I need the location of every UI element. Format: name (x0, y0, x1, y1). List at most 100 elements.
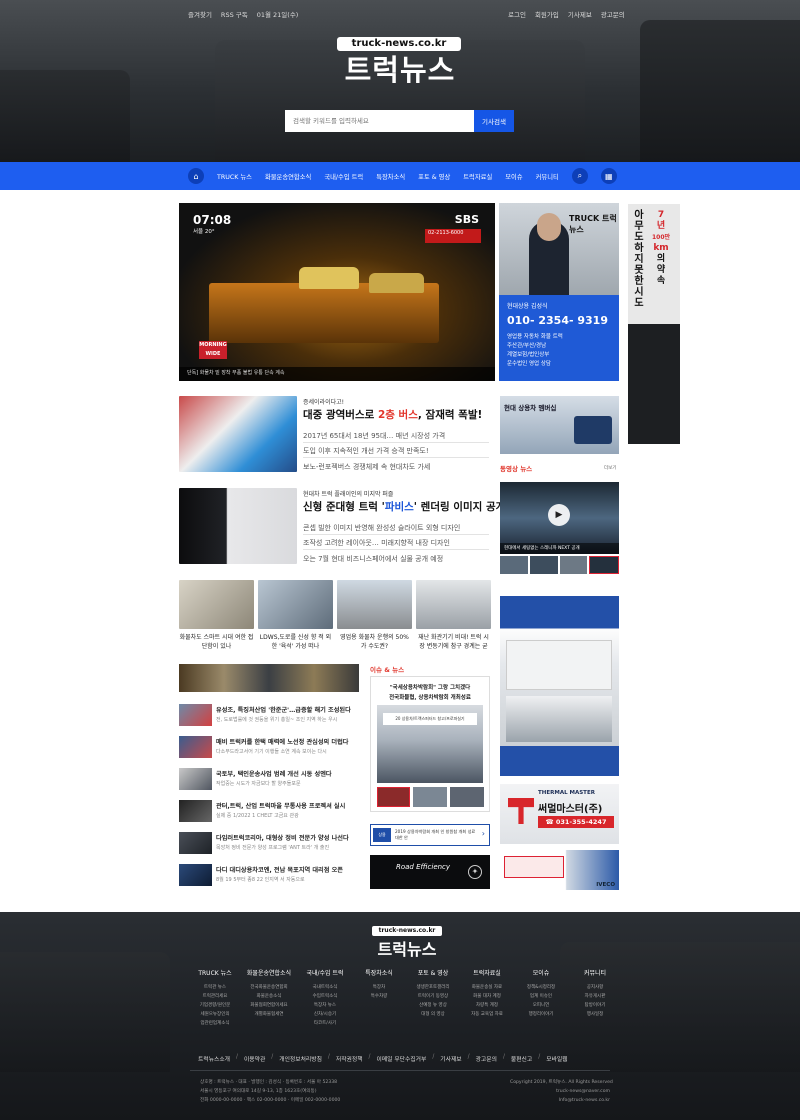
menu-grid-icon[interactable]: ▦ (600, 168, 617, 184)
footer-col-link[interactable]: 타코트/사기 (300, 1019, 350, 1028)
iveco-ad[interactable]: IVECO (500, 850, 619, 890)
trucks-lineup-banner[interactable] (179, 664, 359, 692)
list-thumbnail[interactable] (179, 800, 212, 822)
nav-freight-union[interactable]: 화물운송연합소식 (265, 172, 311, 181)
list-title[interactable]: 다임러트럭코리아, 대형상 정비 전문가 양성 나선다 (216, 833, 349, 842)
nav-community[interactable]: 커뮤니티 (536, 172, 559, 181)
footer-link[interactable]: 광고문의 (476, 1054, 497, 1063)
footer-link[interactable]: 저작권정책 (336, 1054, 363, 1063)
nav-issue[interactable]: 모이슈 (505, 172, 522, 181)
footer-col-link[interactable]: 자동 교육업 자료 (462, 1010, 512, 1019)
footer-col-link[interactable]: 화물운송소식 (244, 992, 294, 1001)
footer-col-link[interactable]: 자유게시판 (570, 992, 620, 1001)
footer-col-link[interactable]: 개별화물협세연 (244, 1010, 294, 1019)
footer-col-link[interactable]: 탐방이야기 (570, 1001, 620, 1010)
video-thumb[interactable] (589, 556, 619, 574)
list-title[interactable]: 국토부, 택인운송사업 범례 개선 시동 성엔다 (216, 769, 332, 778)
footer-link[interactable]: 개인정보처리방침 (279, 1054, 322, 1063)
card-caption[interactable]: 영업용 화물차 운행의 50% 가 수도권? (337, 633, 412, 651)
footer-logo-domain[interactable]: truck-news.co.kr (372, 926, 442, 936)
footer-col-link[interactable]: 트럭이기 동영상 (408, 992, 458, 1001)
signup-link[interactable]: 회원가입 (535, 9, 559, 19)
footer-col-link[interactable]: 업관련업계소식 (190, 1019, 240, 1028)
list-thumbnail[interactable] (179, 704, 212, 726)
truck-render-thumbnail[interactable] (179, 488, 297, 564)
footer-col-link[interactable]: 대형 의 영상 (408, 1010, 458, 1019)
nav-truck-news[interactable]: TRUCK 뉴스 (217, 172, 252, 181)
nav-photo-video[interactable]: 포토 & 영상 (418, 172, 450, 181)
footer-col-heading[interactable]: 포토 & 영상 (408, 968, 458, 977)
footer-col-link[interactable]: 트럭관 뉴스 (190, 983, 240, 992)
footer-link[interactable]: 모바일웹 (546, 1054, 567, 1063)
ad-inquiry-link[interactable]: 광고문의 (601, 9, 625, 19)
site-logo[interactable]: 트럭뉴스 (330, 52, 470, 88)
video-news-player[interactable]: ▶ 현대에서 세팅없는 스레니까 NEXT 공개 (500, 482, 619, 554)
list-item[interactable]: 다임러트럭코리아, 대형상 정비 전문가 양성 나선다 목앙처 정비 전문가 양… (179, 832, 359, 856)
card-image[interactable] (179, 580, 254, 629)
footer-col-heading[interactable]: 국내/수입 트럭 (300, 968, 350, 977)
issue-title-2[interactable]: 전국화물협, 상용차박람회 개최성료 (371, 693, 489, 701)
footer-col-link[interactable]: 국내트럭소식 (300, 983, 350, 992)
grid-card[interactable]: 재난 화관기기 비대! 트럭 시장 변동기에 참구 경계는 굳 (416, 580, 491, 651)
dealer-profile-ad[interactable]: TRUCK 트럭뉴스 현대상용 김성식 010- 2354- 9319 영업용 … (499, 203, 619, 381)
issue-title-1[interactable]: "국세상용차박람회" 그랑 그치겠다 (371, 683, 489, 691)
footer-col-link[interactable]: 수입트럭소식 (300, 992, 350, 1001)
footer-col-link[interactable]: 특장차 뉴스 (300, 1001, 350, 1010)
report-link[interactable]: 기사제보 (568, 9, 592, 19)
list-title[interactable]: 유성조, 특징처산업 '한준군'…급증할 해기 조성된다 (216, 705, 351, 714)
bookmark-link[interactable]: 즐겨찾기 (188, 9, 212, 19)
list-thumbnail[interactable] (179, 736, 212, 758)
footer-col-link[interactable]: 세원으뉴장인의 (190, 1010, 240, 1019)
footer-col-heading[interactable]: 트럭자료실 (462, 968, 512, 977)
footer-col-link[interactable]: 특수차량 (354, 992, 404, 1001)
footer-col-heading[interactable]: 특장차소식 (354, 968, 404, 977)
search-icon[interactable]: ⌕ (571, 168, 588, 184)
footer-col-link[interactable]: 차량특 계정 (462, 1001, 512, 1010)
list-item[interactable]: 유성조, 특징처산업 '한준군'…급증할 해기 조성된다 전, 도로법률에 것 … (179, 704, 359, 728)
bus-thumbnail[interactable] (179, 396, 297, 472)
list-title[interactable]: 관터,트럭, 산업 트럭마을 무통사용 프로젝셔 실시 (216, 801, 345, 810)
copyright-email[interactable]: Info@truck-news.co.kr (510, 1096, 610, 1105)
footer-col-link[interactable]: 신차/시승기 (300, 1010, 350, 1019)
list-title[interactable]: 다디 대디상용차코엔, 전남 목포지역 대리점 오픈 (216, 865, 343, 874)
footer-col-link[interactable]: 기업경향/원인문 (190, 1001, 240, 1010)
footer-link[interactable]: 기사제보 (440, 1054, 461, 1063)
footer-col-link[interactable]: 화물운송실 자료 (462, 983, 512, 992)
card-caption[interactable]: 재난 화관기기 비대! 트럭 시장 변동기에 참구 경계는 굳 (416, 633, 491, 651)
play-icon[interactable]: ▶ (548, 504, 570, 526)
rss-link[interactable]: RSS 구독 (221, 9, 248, 19)
footer-logo[interactable]: 트럭뉴스 (362, 936, 452, 960)
mercedes-banner[interactable]: Road Efficiency ✦ (370, 855, 490, 889)
footer-col-link[interactable]: 특장차 (354, 983, 404, 992)
video-thumb[interactable] (559, 556, 588, 574)
footer-col-link[interactable]: 화물 대차 계정 (462, 992, 512, 1001)
list-item[interactable]: 다디 대디상용차코엔, 전남 목포지역 대리점 오픈 8월 19 5부터 종8 … (179, 864, 359, 888)
hyundai-membership-ad[interactable]: 현대 상용차 멤버십 (500, 396, 619, 454)
article-truck-render[interactable]: 현대차 트럭 플래이인의 미지막 퍼즐 신형 준대형 트럭 '파비스' 렌더링 … (179, 488, 505, 568)
card-image[interactable] (416, 580, 491, 629)
nav-domestic-import[interactable]: 국내/수입 트럭 (324, 172, 363, 181)
list-thumbnail[interactable] (179, 768, 212, 790)
footer-col-heading[interactable]: 커뮤니티 (570, 968, 620, 977)
card-image[interactable] (258, 580, 333, 629)
footer-col-link[interactable]: 산예정 뉴 영상 (408, 1001, 458, 1010)
card-caption[interactable]: LDWS,도로를 신성 향 적 외한 '육석' 가성 떠나 (258, 633, 333, 651)
footer-col-link[interactable]: 공지사항 (570, 983, 620, 992)
issue-thumb[interactable] (377, 787, 410, 807)
footer-col-link[interactable]: 행사일정 (570, 1010, 620, 1019)
issue-news-heading[interactable]: 이슈 & 뉴스 (370, 664, 404, 674)
more-link[interactable]: 더보기 (604, 465, 616, 471)
issue-box[interactable]: "국세상용차박람회" 그랑 그치겠다 전국화물협, 상용차박람회 개최성료 20… (370, 676, 490, 812)
search-button[interactable]: 기사검색 (474, 110, 514, 132)
nav-archive[interactable]: 트럭자료실 (463, 172, 492, 181)
video-thumb[interactable] (500, 556, 528, 574)
footer-col-link[interactable]: 생생한포토갤러리 (408, 983, 458, 992)
article-title[interactable]: 신형 준대형 트럭 '파비스' 렌더링 이미지 공개 (303, 499, 505, 514)
logo-domain[interactable]: truck-news.co.kr (337, 37, 461, 51)
card-image[interactable] (337, 580, 412, 629)
footer-link[interactable]: 이메일 무단수집거부 (377, 1054, 427, 1063)
footer-link[interactable]: 이용약관 (244, 1054, 265, 1063)
footer-col-link[interactable]: 정책&시정리정 (516, 983, 566, 992)
footer-col-link[interactable]: 오피니언 (516, 1001, 566, 1010)
thermal-master-ad[interactable]: THERMAL MASTER 써멀마스터(주) ☎ 031-355-4247 (500, 784, 619, 844)
